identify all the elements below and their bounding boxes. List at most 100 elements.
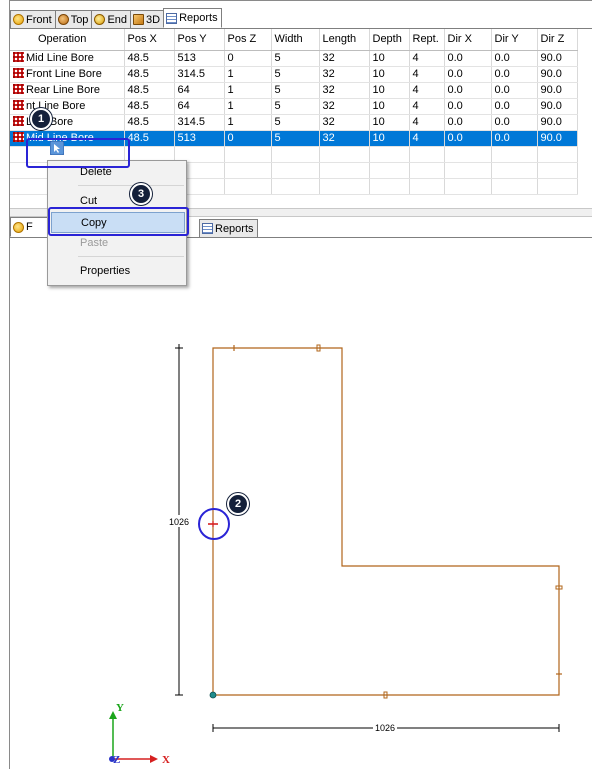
cell-pos-z[interactable]: 0	[224, 130, 272, 147]
cell-pos-x[interactable]: 48.5	[124, 82, 175, 99]
cell-depth[interactable]: 10	[369, 82, 410, 99]
cell-dir-y[interactable]: 0.0	[491, 66, 538, 83]
cell-pos-y[interactable]: 64	[174, 98, 225, 115]
cell-operation[interactable]: Front Line Bore	[10, 66, 125, 83]
header-pos-y[interactable]: Pos Y	[174, 29, 225, 51]
cell-depth[interactable]: 10	[369, 98, 410, 115]
cell-length[interactable]: 32	[319, 114, 370, 131]
cell-repeat[interactable]: 4	[409, 82, 445, 99]
table-row[interactable]: Rear Line Bore 48.5 64 1 5 32 10 4 0.0 0.0 90.0	[10, 82, 578, 99]
tab-top[interactable]: Top	[54, 10, 93, 28]
cell-width[interactable]: 5	[271, 98, 320, 115]
header-dir-y[interactable]: Dir Y	[491, 29, 538, 51]
cell-pos-x[interactable]: 48.5	[124, 50, 175, 67]
tab-end[interactable]: End	[91, 10, 132, 28]
cell-width[interactable]: 5	[271, 66, 320, 83]
cell-repeat[interactable]: 4	[409, 98, 445, 115]
header-length[interactable]: Length	[319, 29, 370, 51]
cell-dir-x[interactable]: 0.0	[444, 114, 492, 131]
tab-reports[interactable]: Reports	[163, 8, 222, 28]
empty-cell	[369, 162, 410, 179]
header-operation[interactable]: Operation	[10, 29, 125, 51]
menu-item-properties[interactable]: Properties	[48, 261, 186, 282]
cell-pos-z[interactable]: 1	[224, 66, 272, 83]
tab-reports-lower[interactable]: Reports	[199, 219, 258, 237]
origin-point[interactable]	[209, 691, 217, 699]
tab-3d[interactable]: 3D	[130, 10, 165, 28]
cell-pos-x[interactable]: 48.5	[124, 114, 175, 131]
cell-dir-y[interactable]: 0.0	[491, 50, 538, 67]
cell-pos-z[interactable]: 1	[224, 82, 272, 99]
header-dir-z[interactable]: Dir Z	[537, 29, 578, 51]
header-width[interactable]: Width	[271, 29, 320, 51]
cell-dir-x[interactable]: 0.0	[444, 50, 492, 67]
cell-dir-z[interactable]: 90.0	[537, 50, 578, 67]
cell-length[interactable]: 32	[319, 130, 370, 147]
cell-dir-x[interactable]: 0.0	[444, 82, 492, 99]
cell-pos-x[interactable]: 48.5	[124, 130, 175, 147]
cell-width[interactable]: 5	[271, 50, 320, 67]
cell-pos-y[interactable]: 513	[174, 50, 225, 67]
part-outline[interactable]	[212, 347, 560, 696]
table-row[interactable]: Line Bore48.5314.515321040.00.090.0	[10, 114, 578, 131]
cell-operation[interactable]: Rear Line Bore	[10, 82, 125, 99]
step-badge-3: 3	[130, 183, 152, 205]
tab-front[interactable]: Front	[10, 10, 56, 28]
cell-operation[interactable]: Line Bore	[10, 114, 125, 131]
cell-pos-y[interactable]: 64	[174, 82, 225, 99]
cell-depth[interactable]: 10	[369, 50, 410, 67]
cell-depth[interactable]: 10	[369, 66, 410, 83]
cell-length[interactable]: 32	[319, 66, 370, 83]
cell-dir-x[interactable]: 0.0	[444, 66, 492, 83]
cell-length[interactable]: 32	[319, 50, 370, 67]
cell-pos-y[interactable]: 513	[174, 130, 225, 147]
table-row[interactable]: Front Line Bore 48.5 314.5 1 5 32 10 4 0.0 0.0 90.…	[10, 66, 578, 83]
cell-repeat[interactable]: 4	[409, 130, 445, 147]
cell-dir-z[interactable]: 90.0	[537, 82, 578, 99]
cell-dir-x[interactable]: 0.0	[444, 130, 492, 147]
cell-width[interactable]: 5	[271, 130, 320, 147]
cell-pos-x[interactable]: 48.5	[124, 98, 175, 115]
cell-pos-z[interactable]: 0	[224, 50, 272, 67]
cell-dir-z[interactable]: 90.0	[537, 66, 578, 83]
table-row[interactable]: Mid Line Bore 48.5 513 0 5 32 10 4 0.0 0.0 90.0	[10, 50, 578, 67]
selected-row-callout	[26, 138, 130, 168]
cell-dir-z[interactable]: 90.0	[537, 114, 578, 131]
cell-pos-z[interactable]: 1	[224, 98, 272, 115]
cell-depth[interactable]: 10	[369, 114, 410, 131]
cell-dir-y[interactable]: 0.0	[491, 82, 538, 99]
end-view-icon	[94, 14, 106, 25]
line-bore-icon	[13, 132, 24, 142]
cell-operation[interactable]: nt Line Bore	[10, 98, 125, 115]
cell-dir-y[interactable]: 0.0	[491, 130, 538, 147]
menu-item-paste: Paste	[80, 237, 109, 249]
cell-dir-y[interactable]: 0.0	[491, 98, 538, 115]
header-dir-x[interactable]: Dir X	[444, 29, 492, 51]
cell-repeat[interactable]: 4	[409, 50, 445, 67]
cell-width[interactable]: 5	[271, 114, 320, 131]
line-bore-icon	[13, 84, 24, 94]
cell-depth[interactable]: 10	[369, 130, 410, 147]
cell-repeat[interactable]: 4	[409, 66, 445, 83]
empty-cell	[444, 146, 492, 163]
header-pos-x[interactable]: Pos X	[124, 29, 175, 51]
cell-dir-y[interactable]: 0.0	[491, 114, 538, 131]
header-depth[interactable]: Depth	[369, 29, 410, 51]
empty-cell	[369, 178, 410, 195]
cell-width[interactable]: 5	[271, 82, 320, 99]
table-row[interactable]: nt Line Bore 48.5 64 1 5 32 10 4 0.0 0.0 90.0	[10, 98, 578, 115]
header-repeat[interactable]: Rept.	[409, 29, 445, 51]
cell-operation[interactable]: Mid Line Bore	[10, 50, 125, 67]
cell-length[interactable]: 32	[319, 98, 370, 115]
cell-length[interactable]: 32	[319, 82, 370, 99]
cell-dir-z[interactable]: 90.0	[537, 130, 578, 147]
cell-pos-z[interactable]: 1	[224, 114, 272, 131]
cell-pos-x[interactable]: 48.5	[124, 66, 175, 83]
cell-dir-z[interactable]: 90.0	[537, 98, 578, 115]
cell-pos-y[interactable]: 314.5	[174, 66, 225, 83]
cell-repeat[interactable]: 4	[409, 114, 445, 131]
header-pos-z[interactable]: Pos Z	[224, 29, 272, 51]
empty-cell	[224, 178, 272, 195]
cell-pos-y[interactable]: 314.5	[174, 114, 225, 131]
cell-dir-x[interactable]: 0.0	[444, 98, 492, 115]
